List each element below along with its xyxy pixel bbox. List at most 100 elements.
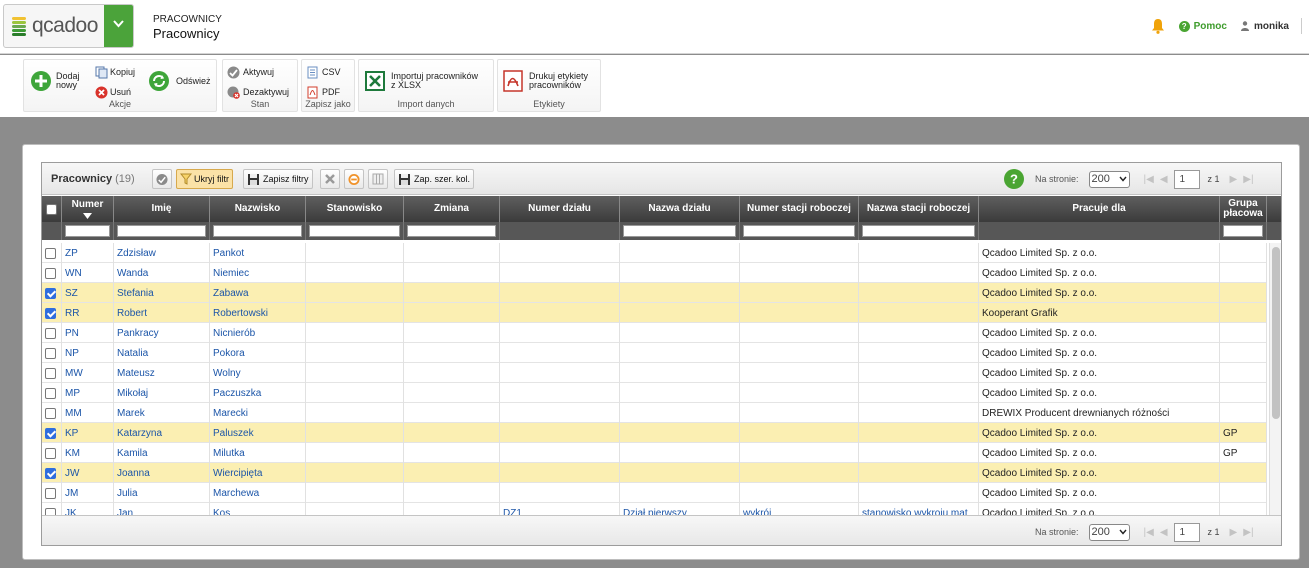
cell-number[interactable]: MP [62, 383, 114, 403]
column-header-wage-group[interactable]: Grupa płacowa [1220, 196, 1267, 222]
table-row[interactable]: RR Robert Robertowski Kooperant Grafik [42, 303, 1267, 323]
column-header-shift[interactable]: Zmiana [404, 196, 500, 222]
grid-scrollbar-thumb[interactable] [1272, 247, 1280, 419]
table-row[interactable]: PN Pankracy Nicnierób Qcadoo Limited Sp. z … [42, 323, 1267, 343]
cell-number[interactable]: JW [62, 463, 114, 483]
activate-button[interactable]: Aktywuj [227, 66, 274, 79]
grid-refresh-button[interactable] [152, 169, 172, 189]
notifications-bell-icon[interactable] [1151, 18, 1165, 34]
prev-page-icon[interactable]: ◀ [1160, 174, 1168, 185]
table-row[interactable]: JW Joanna Wiercipięta Qcadoo Limited Sp. z … [42, 463, 1267, 483]
next-page-icon[interactable]: ▶ [1230, 527, 1238, 538]
cell-number[interactable]: WN [62, 263, 114, 283]
cell-first-name[interactable]: Kamila [114, 443, 210, 463]
table-row[interactable]: MM Marek Marecki DREWIX Producent drewniany… [42, 403, 1267, 423]
cell-number[interactable]: KM [62, 443, 114, 463]
cell-last-name[interactable]: Niemiec [210, 263, 306, 283]
filter-department-name-input[interactable] [620, 222, 740, 240]
cell-first-name[interactable]: Robert [114, 303, 210, 323]
column-header-workstation-name[interactable]: Nazwa stacji roboczej [859, 196, 979, 222]
per-page-select[interactable]: 200 [1088, 523, 1130, 541]
page-number-input[interactable]: 1 [1173, 522, 1200, 542]
cell-last-name[interactable]: Nicnierób [210, 323, 306, 343]
help-link[interactable]: ? Pomoc [1178, 20, 1227, 32]
cell-last-name[interactable]: Marecki [210, 403, 306, 423]
cell-last-name[interactable]: Paluszek [210, 423, 306, 443]
export-csv-button[interactable]: CSV [306, 66, 341, 79]
cell-number[interactable]: ZP [62, 243, 114, 263]
per-page-select[interactable]: 200 [1088, 170, 1130, 188]
row-checkbox[interactable] [45, 487, 56, 499]
cell-first-name[interactable]: Mateusz [114, 363, 210, 383]
filter-workstation-name-input[interactable] [859, 222, 979, 240]
row-checkbox[interactable] [45, 427, 56, 439]
select-all-checkbox[interactable] [46, 203, 57, 215]
last-page-icon[interactable]: ▶| [1243, 174, 1253, 185]
cell-last-name[interactable]: Kos [210, 503, 306, 515]
cell-number[interactable]: MW [62, 363, 114, 383]
cell-first-name[interactable]: Natalia [114, 343, 210, 363]
cell-number[interactable]: KP [62, 423, 114, 443]
row-checkbox[interactable] [45, 447, 56, 459]
filter-wage-group-input[interactable] [1220, 222, 1267, 240]
import-xlsx-button[interactable]: Importuj pracowników z XLSX [364, 70, 478, 92]
cell-last-name[interactable]: Milutka [210, 443, 306, 463]
user-menu[interactable]: monika [1240, 21, 1289, 32]
filter-last-name-input[interactable] [210, 222, 306, 240]
cell-first-name[interactable]: Pankracy [114, 323, 210, 343]
cell-first-name[interactable]: Wanda [114, 263, 210, 283]
help-icon[interactable]: ? [1003, 168, 1025, 190]
cell-last-name[interactable]: Robertowski [210, 303, 306, 323]
cancel-filter-button[interactable] [344, 169, 364, 189]
column-header-last-name[interactable]: Nazwisko [210, 196, 306, 222]
grid-scrollbar[interactable] [1269, 243, 1281, 515]
table-row[interactable]: KM Kamila Milutka Qcadoo Limited Sp. z o.o.… [42, 443, 1267, 463]
next-page-icon[interactable]: ▶ [1230, 174, 1238, 185]
prev-page-icon[interactable]: ◀ [1160, 527, 1168, 538]
row-checkbox[interactable] [45, 287, 56, 299]
cell-last-name[interactable]: Pankot [210, 243, 306, 263]
cell-number[interactable]: PN [62, 323, 114, 343]
first-page-icon[interactable]: |◀ [1144, 527, 1154, 538]
clear-filters-button[interactable] [320, 169, 340, 189]
row-checkbox[interactable] [45, 507, 56, 515]
cell-last-name[interactable]: Marchewa [210, 483, 306, 503]
cell-number[interactable]: JM [62, 483, 114, 503]
cell-first-name[interactable]: Joanna [114, 463, 210, 483]
row-checkbox[interactable] [45, 367, 56, 379]
cell-number[interactable]: NP [62, 343, 114, 363]
filter-position-input[interactable] [306, 222, 404, 240]
first-page-icon[interactable]: |◀ [1144, 174, 1154, 185]
column-header-department-number[interactable]: Numer działu [500, 196, 620, 222]
cell-number[interactable]: RR [62, 303, 114, 323]
save-filters-button[interactable]: Zapisz filtry [243, 169, 313, 189]
page-number-input[interactable]: 1 [1173, 169, 1200, 189]
cell-department-name[interactable]: Dział pierwszy [620, 503, 740, 515]
table-row[interactable]: WN Wanda Niemiec Qcadoo Limited Sp. z o.o. [42, 263, 1267, 283]
main-menu-button[interactable] [104, 5, 133, 47]
cell-last-name[interactable]: Wolny [210, 363, 306, 383]
column-header-department-name[interactable]: Nazwa działu [620, 196, 740, 222]
row-checkbox[interactable] [45, 387, 56, 399]
cell-first-name[interactable]: Zdzisław [114, 243, 210, 263]
filter-number-input[interactable] [62, 222, 114, 240]
row-checkbox[interactable] [45, 467, 56, 479]
cell-first-name[interactable]: Jan [114, 503, 210, 515]
copy-button[interactable]: Kopiuj [95, 66, 135, 79]
add-new-button[interactable]: Dodaj nowy [30, 70, 80, 92]
cell-workstation-number[interactable]: wykrój [740, 503, 859, 515]
cell-last-name[interactable]: Paczuszka [210, 383, 306, 403]
row-checkbox[interactable] [45, 247, 56, 259]
export-pdf-button[interactable]: PDF [306, 86, 340, 99]
cell-last-name[interactable]: Wiercipięta [210, 463, 306, 483]
cell-workstation-name[interactable]: stanowisko wykroju mat [859, 503, 979, 515]
table-row[interactable]: MP Mikołaj Paczuszka Qcadoo Limited Sp. z o… [42, 383, 1267, 403]
print-labels-button[interactable]: Drukuj etykiety pracowników [502, 70, 588, 92]
filter-first-name-input[interactable] [114, 222, 210, 240]
cell-first-name[interactable]: Mikołaj [114, 383, 210, 403]
cell-number[interactable]: SZ [62, 283, 114, 303]
row-checkbox[interactable] [45, 307, 56, 319]
filter-workstation-number-input[interactable] [740, 222, 859, 240]
table-row[interactable]: ZP Zdzisław Pankot Qcadoo Limited Sp. z o.o… [42, 243, 1267, 263]
cell-first-name[interactable]: Katarzyna [114, 423, 210, 443]
